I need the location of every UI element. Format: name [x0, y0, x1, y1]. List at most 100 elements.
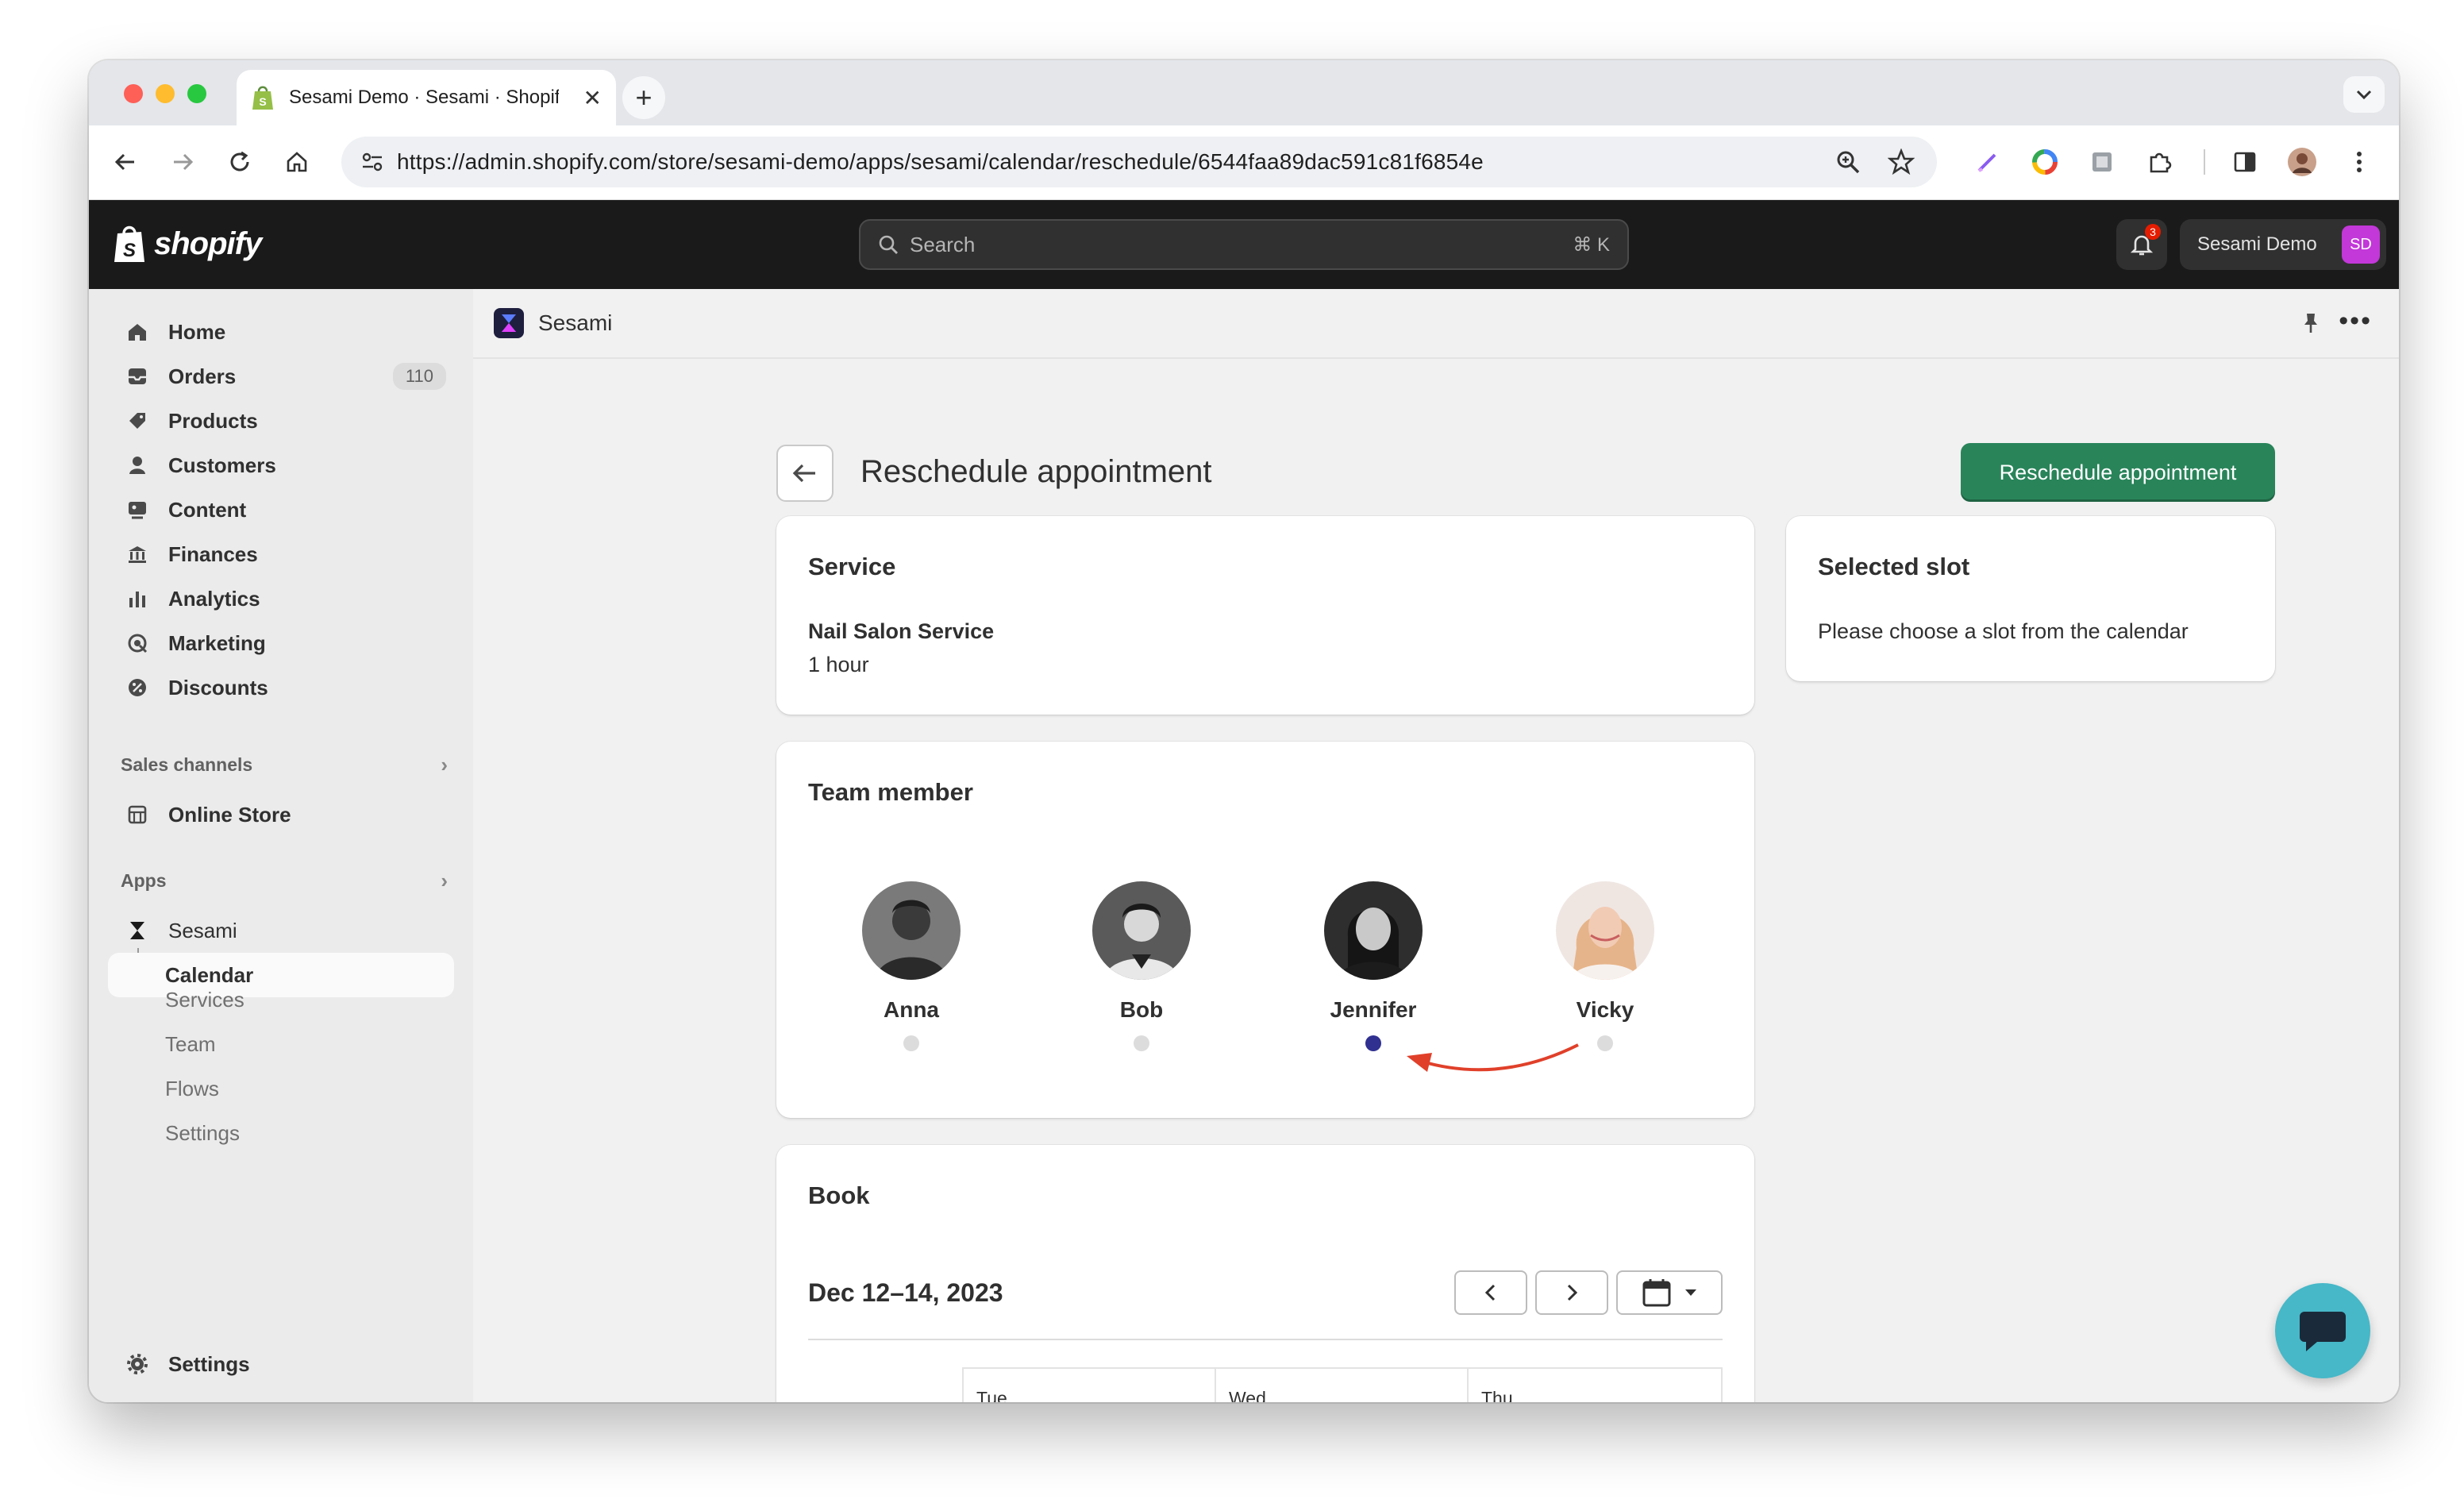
- color-wheel-extension-icon[interactable]: [2029, 146, 2061, 178]
- shopify-topbar: S shopify ⌘ K 3 Sesami Demo SD: [89, 200, 2399, 289]
- book-card: Book Dec 12–14, 2023 Tue 12: [776, 1145, 1754, 1402]
- storefront-icon: [125, 803, 149, 827]
- notifications-button[interactable]: 3: [2116, 219, 2167, 270]
- day-column-wed[interactable]: Wed 13: [1216, 1369, 1469, 1402]
- zoom-icon[interactable]: [1835, 149, 1861, 175]
- profile-avatar[interactable]: [2286, 146, 2318, 178]
- store-name: Sesami Demo: [2197, 233, 2317, 255]
- sidebar-item-label: Calendar: [165, 962, 254, 987]
- calendar-day-header: Tue 12 Wed 13 Thu 14: [962, 1367, 1723, 1402]
- home-icon[interactable]: [281, 146, 313, 178]
- sidebar-item-label: Customers: [168, 453, 276, 477]
- store-menu-button[interactable]: Sesami Demo SD: [2180, 219, 2386, 270]
- team-member-bob[interactable]: Bob: [1062, 881, 1221, 1051]
- side-panel-icon[interactable]: [2229, 146, 2261, 178]
- tab-search-button[interactable]: [2343, 76, 2385, 113]
- sidebar-item-discounts[interactable]: Discounts: [108, 665, 454, 710]
- team-member-anna[interactable]: Anna: [832, 881, 991, 1051]
- pen-extension-icon[interactable]: [1972, 146, 2004, 178]
- team-member-vicky[interactable]: Vicky: [1526, 881, 1684, 1051]
- bank-icon: [125, 542, 149, 566]
- sidebar-item-products[interactable]: Products: [108, 399, 454, 443]
- pin-icon[interactable]: [2299, 311, 2323, 335]
- sidebar-item-home[interactable]: Home: [108, 310, 454, 354]
- sidebar-item-settings[interactable]: Settings: [108, 1342, 454, 1386]
- sidebar-item-team[interactable]: Team: [165, 1032, 216, 1057]
- sidebar-item-calendar[interactable]: Calendar: [108, 953, 454, 997]
- browser-tab-active[interactable]: S Sesami Demo · Sesami · Shopify ✕: [237, 70, 616, 125]
- sidebar-item-services[interactable]: Services: [165, 988, 244, 1012]
- sidebar-item-marketing[interactable]: Marketing: [108, 621, 454, 665]
- sidebar-item-flows[interactable]: Flows: [165, 1077, 219, 1101]
- main-content: Reschedule appointment Reschedule appoin…: [473, 360, 2399, 1402]
- sidebar-item-online-store[interactable]: Online Store: [108, 792, 454, 837]
- member-radio-dot[interactable]: [1134, 1035, 1149, 1051]
- sidebar-item-label: Home: [168, 319, 226, 344]
- avatar: [862, 881, 961, 980]
- sidebar-item-analytics[interactable]: Analytics: [108, 576, 454, 621]
- chevron-right-icon: [1567, 1284, 1578, 1301]
- chat-support-button[interactable]: [2275, 1283, 2370, 1378]
- team-member-jennifer[interactable]: Jennifer: [1294, 881, 1453, 1051]
- member-radio-dot-selected[interactable]: [1365, 1035, 1381, 1051]
- minimize-window-button[interactable]: [156, 84, 175, 103]
- reload-icon[interactable]: [224, 146, 256, 178]
- date-picker-button[interactable]: [1616, 1270, 1723, 1315]
- new-tab-button[interactable]: +: [616, 70, 672, 125]
- sidebar-item-customers[interactable]: Customers: [108, 443, 454, 488]
- toolbar-divider: [2204, 149, 2205, 175]
- next-week-button[interactable]: [1535, 1270, 1608, 1315]
- back-arrow-icon[interactable]: [110, 146, 141, 178]
- back-button[interactable]: [776, 445, 834, 502]
- browser-window: S Sesami Demo · Sesami · Shopify ✕ + htt…: [89, 60, 2399, 1402]
- sidebar-item-label: Online Store: [168, 802, 291, 827]
- url-text: https://admin.shopify.com/store/sesami-d…: [397, 149, 1484, 174]
- tab-close-icon[interactable]: ✕: [583, 85, 602, 111]
- sidebar-item-orders[interactable]: Orders 110: [108, 354, 454, 399]
- member-radio-dot[interactable]: [1597, 1035, 1613, 1051]
- forward-arrow-icon[interactable]: [167, 146, 198, 178]
- tab-title: Sesami Demo · Sesami · Shopify: [289, 87, 559, 108]
- selected-slot-message: Please choose a slot from the calendar: [1818, 619, 2189, 643]
- reschedule-appointment-button[interactable]: Reschedule appointment: [1961, 443, 2275, 502]
- sales-channels-heading[interactable]: Sales channels ›: [121, 753, 454, 777]
- admin-search[interactable]: ⌘ K: [859, 219, 1629, 270]
- site-settings-icon[interactable]: [360, 151, 384, 173]
- plus-icon: +: [622, 76, 665, 119]
- chat-bubble-icon: [2300, 1312, 2346, 1351]
- previous-week-button[interactable]: [1454, 1270, 1527, 1315]
- extensions-puzzle-icon[interactable]: [2143, 146, 2175, 178]
- more-options-icon[interactable]: •••: [2339, 307, 2372, 334]
- avatar: [1092, 881, 1191, 980]
- card-title: Book: [808, 1181, 870, 1209]
- member-radio-dot[interactable]: [903, 1035, 919, 1051]
- apps-heading[interactable]: Apps ›: [121, 869, 454, 893]
- page-title: Reschedule appointment: [860, 454, 1212, 489]
- day-column-thu[interactable]: Thu 14: [1469, 1369, 1721, 1402]
- app-name: Sesami: [538, 310, 613, 335]
- sidebar-item-sesami[interactable]: Sesami: [108, 908, 454, 953]
- sidebar-item-app-settings[interactable]: Settings: [165, 1121, 240, 1146]
- orders-count-badge: 110: [392, 363, 446, 390]
- home-icon: [125, 320, 149, 344]
- address-bar[interactable]: https://admin.shopify.com/store/sesami-d…: [341, 137, 1937, 187]
- shopify-logo[interactable]: S shopify: [113, 224, 262, 264]
- hourglass-icon: [125, 919, 149, 942]
- sidebar-item-finances[interactable]: Finances: [108, 532, 454, 576]
- zoom-window-button[interactable]: [187, 84, 206, 103]
- divider: [808, 1339, 1723, 1340]
- app-title-bar: Sesami •••: [473, 289, 2399, 359]
- card-title: Team member: [808, 778, 973, 806]
- member-name: Anna: [884, 997, 939, 1022]
- sidebar-item-content[interactable]: Content: [108, 488, 454, 532]
- notification-badge: 3: [2145, 224, 2161, 240]
- sidebar-item-label: Content: [168, 497, 247, 522]
- search-input[interactable]: [910, 232, 1573, 257]
- close-window-button[interactable]: [124, 84, 143, 103]
- image-extension-icon[interactable]: [2086, 146, 2118, 178]
- browser-menu-icon[interactable]: [2343, 146, 2375, 178]
- discount-icon: [125, 676, 149, 700]
- day-column-tue[interactable]: Tue 12: [964, 1369, 1216, 1402]
- bookmark-star-icon[interactable]: [1888, 148, 1915, 175]
- day-name: Tue: [976, 1388, 1007, 1402]
